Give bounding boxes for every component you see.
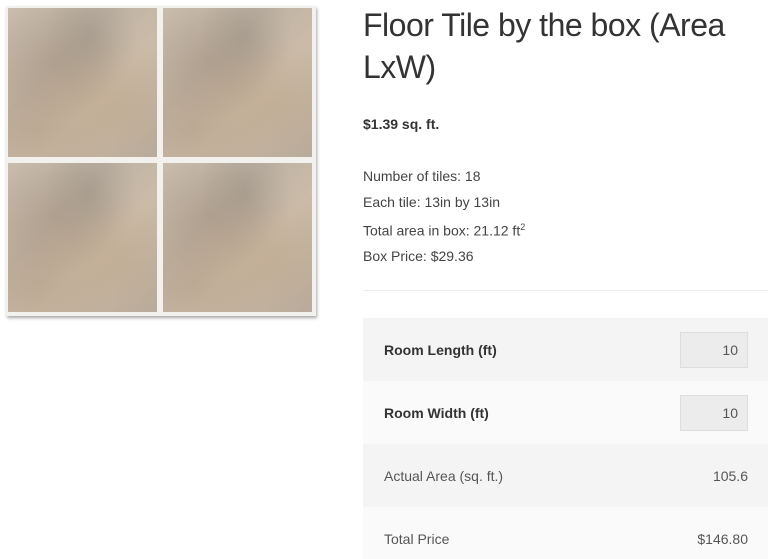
- product-title: Floor Tile by the box (Area LxW): [363, 7, 725, 85]
- room-length-input[interactable]: [680, 331, 748, 368]
- number-of-tiles: Number of tiles: 18: [363, 168, 481, 184]
- tile-image-top-right: [163, 8, 312, 157]
- room-length-label: Room Length (ft): [384, 341, 497, 358]
- product-price: $1.39 sq. ft.: [363, 116, 440, 132]
- room-length-row: Room Length (ft): [363, 318, 768, 381]
- tile-image-top-left: [8, 8, 157, 157]
- product-image[interactable]: [6, 6, 316, 316]
- total-area-exponent: 2: [520, 222, 526, 232]
- box-price: Box Price: $29.36: [363, 248, 474, 265]
- room-width-input[interactable]: [680, 394, 748, 431]
- room-width-label: Room Width (ft): [384, 404, 489, 421]
- total-price-label: Total Price: [384, 530, 450, 547]
- tile-image-bottom-left: [8, 163, 157, 312]
- tile-image-bottom-right: [163, 163, 312, 312]
- total-price-row: Total Price $146.80: [363, 507, 768, 559]
- tile-size: Each tile: 13in by 13in: [363, 193, 500, 210]
- product-specs: Number of tiles: 18 Each tile: 13in by 1…: [363, 164, 525, 270]
- actual-area-row: Actual Area (sq. ft.) 105.6: [363, 444, 768, 507]
- total-area-text: Total area in box: 21.12 ft: [363, 222, 521, 239]
- room-width-row: Room Width (ft): [363, 381, 768, 444]
- total-area-in-box: Total area in box: 21.12 ft2: [363, 215, 525, 244]
- area-calculator: Room Length (ft) Room Width (ft) Actual …: [363, 318, 768, 559]
- actual-area-value: 105.6: [712, 467, 748, 484]
- actual-area-label: Actual Area (sq. ft.): [384, 467, 504, 484]
- divider: [363, 290, 768, 291]
- total-price-value: $146.80: [697, 530, 748, 547]
- product-page: Floor Tile by the box (Area LxW) $1.39 s…: [0, 0, 776, 559]
